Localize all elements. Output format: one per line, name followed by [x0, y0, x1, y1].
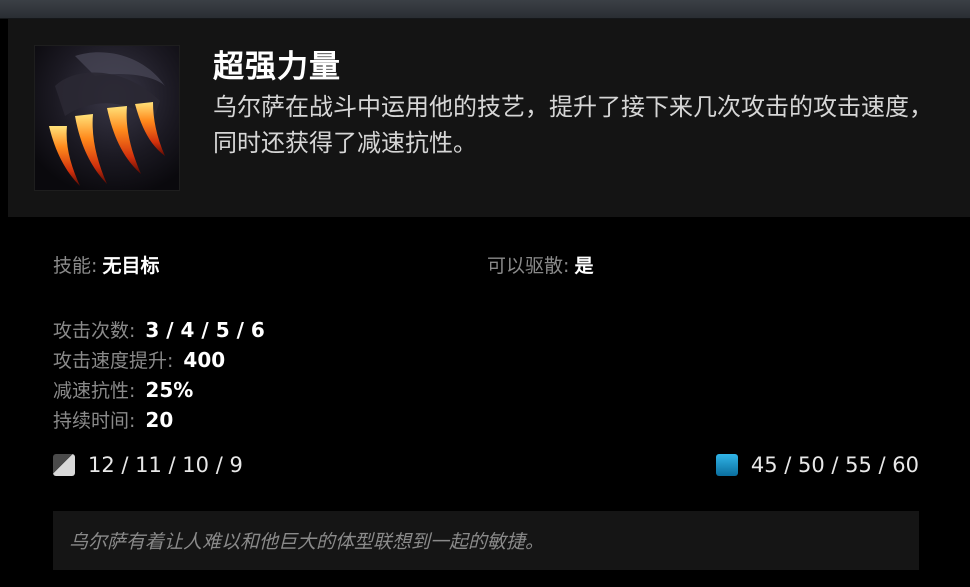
stat-label: 攻击次数: [53, 320, 136, 342]
stat-row-attack-speed: 攻击速度提升: 400 [53, 345, 265, 375]
stat-row-duration: 持续时间: 20 [53, 405, 265, 435]
stat-value: 20 [145, 408, 174, 432]
stat-row-attack-count: 攻击次数: 3 / 4 / 5 / 6 [53, 315, 265, 345]
ability-behavior-label: 技能: [53, 255, 98, 277]
cooldown: 12 / 11 / 10 / 9 [53, 453, 243, 477]
cooldown-value: 12 / 11 / 10 / 9 [88, 453, 243, 477]
ability-stats: 攻击次数: 3 / 4 / 5 / 6 攻击速度提升: 400 减速抗性: 25% 持… [53, 315, 265, 435]
tooltip-header: 超强力量 乌尔萨在战斗中运用他的技艺，提升了接下来几次攻击的攻击速度，同时还获得… [8, 19, 970, 217]
ability-behavior-value: 无目标 [102, 255, 160, 277]
tooltip-body: 技能: 无目标 可以驱散: 是 攻击次数: 3 / 4 / 5 / 6 攻击速度提… [8, 217, 970, 587]
stat-label: 持续时间: [53, 410, 136, 432]
claws-flame-icon [35, 46, 179, 190]
ability-behavior: 技能: 无目标 [53, 251, 160, 278]
stat-value: 25% [145, 378, 194, 402]
mana-cost: 45 / 50 / 55 / 60 [715, 453, 919, 477]
stat-value: 400 [183, 348, 226, 372]
stat-row-slow-resistance: 减速抗性: 25% [53, 375, 265, 405]
stat-label: 减速抗性: [53, 380, 136, 402]
stat-label: 攻击速度提升: [53, 350, 174, 372]
mana-cost-value: 45 / 50 / 55 / 60 [750, 453, 919, 477]
dispellable-value: 是 [574, 255, 594, 277]
dispellable: 可以驱散: 是 [487, 251, 594, 278]
ability-title: 超强力量 [213, 49, 341, 85]
stat-value: 3 / 4 / 5 / 6 [145, 318, 265, 342]
lore-box: 乌尔萨有着让人难以和他巨大的体型联想到一起的敏捷。 [53, 511, 919, 570]
dispellable-label: 可以驱散: [487, 255, 570, 277]
tooltip-window: 超强力量 乌尔萨在战斗中运用他的技艺，提升了接下来几次攻击的攻击速度，同时还获得… [0, 0, 970, 587]
mana-icon [715, 454, 738, 476]
ability-description: 乌尔萨在战斗中运用他的技艺，提升了接下来几次攻击的攻击速度，同时还获得了减速抗性… [213, 93, 933, 157]
cooldown-icon [53, 454, 75, 476]
lore-text: 乌尔萨有着让人难以和他巨大的体型联想到一起的敏捷。 [69, 531, 545, 553]
